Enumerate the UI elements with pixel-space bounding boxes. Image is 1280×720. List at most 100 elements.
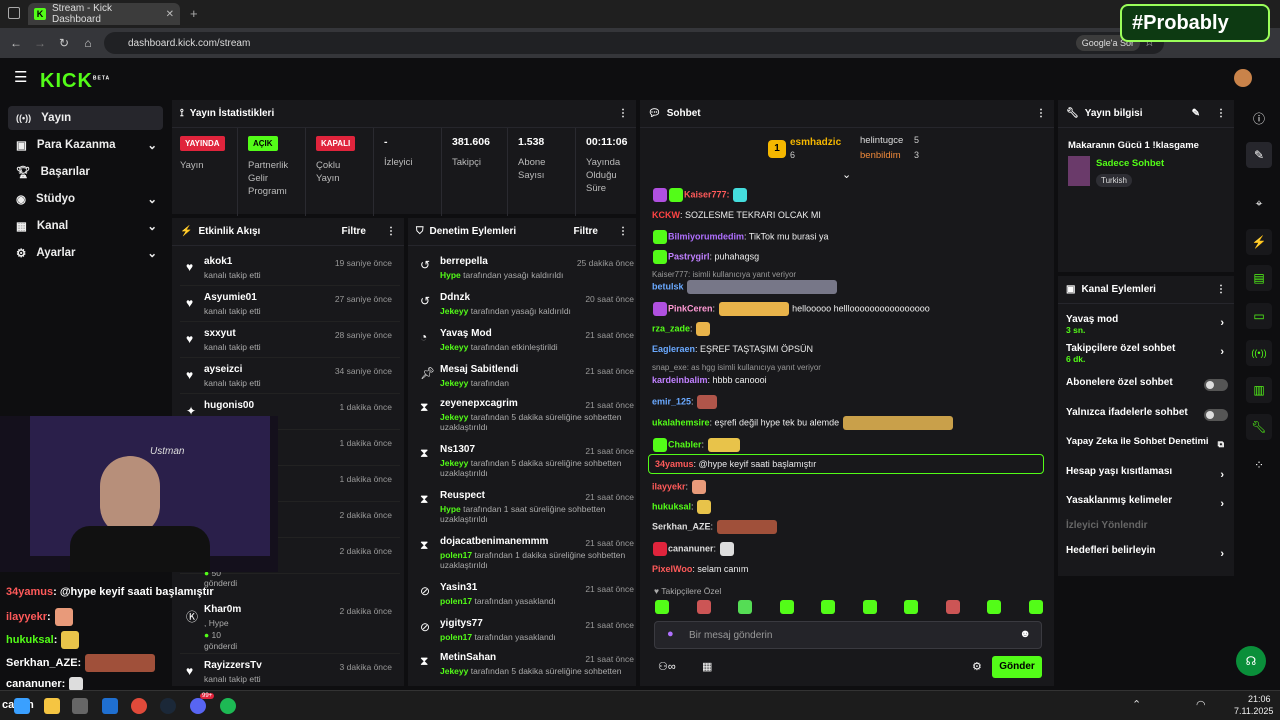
banned-words-setting[interactable]: Yasaklanmış kelimeler › [1066,495,1234,515]
chat-icon[interactable]: ▭ [1246,303,1272,329]
outlook-icon[interactable] [102,698,118,714]
chat-user[interactable]: betulsk [652,281,684,291]
windows-start-icon[interactable] [14,698,30,714]
chat-user[interactable]: Serkhan_AZE [652,521,711,531]
more-menu-icon[interactable]: ⋮ [618,226,628,237]
pinned-toggle-icon[interactable]: ⌄ [842,168,851,181]
sidebar-item-para-kazanma[interactable]: ▣ Para Kazanma ⌄ [8,133,163,157]
second-gifter-name[interactable]: helintugce [860,135,903,146]
chat-user[interactable]: rza_zade [652,323,690,333]
more-apps-icon[interactable]: ⁘ [1246,452,1272,478]
tray-up-icon[interactable]: ⌃ [1132,698,1141,711]
discord-icon[interactable] [190,698,206,714]
sidebar-item-ayarlar[interactable]: ⚙ Ayarlar ⌄ [8,241,163,265]
sidebar-item-basarilar[interactable]: 🏆︎ Başarılar [8,160,163,184]
chat-user[interactable]: emir_125 [652,396,691,406]
moderator-name[interactable]: Jekeyy [440,458,468,468]
mod-target[interactable]: Yavaş Mod [440,328,492,339]
account-age-setting[interactable]: Hesap yaşı kısıtlaması › [1066,466,1234,486]
edit-icon[interactable]: ✎ [1192,108,1200,119]
more-menu-icon[interactable]: ⋮ [618,108,628,119]
mod-target[interactable]: Yasin31 [440,582,477,593]
moderator-name[interactable]: Jekeyy [440,412,468,422]
mod-target[interactable]: berrepella [440,256,488,267]
kick-logo[interactable]: KICKBETA [40,70,110,93]
chat-user[interactable]: ukalahemsire [652,417,710,427]
language-tag[interactable]: Turkish [1096,174,1132,187]
bolt-icon[interactable]: ⚡ [1246,229,1272,255]
activity-user[interactable]: ayseizci [204,364,242,375]
emote-icon[interactable] [987,600,1002,614]
sidebar-item-yayin[interactable]: ((•)) Yayın [8,106,163,130]
chat-input[interactable]: ● Bir mesaj gönderin ☻ [654,621,1042,649]
close-tab-icon[interactable]: ✕ [166,9,174,20]
chat-user[interactable]: PinkCeren [668,303,713,313]
filter-button[interactable]: Filtre [342,226,366,237]
moderator-name[interactable]: polen17 [440,550,472,560]
followers-only-setting[interactable]: Takipçilere özel sohbet 6 dk. › [1066,343,1234,364]
emote-icon[interactable] [738,600,753,614]
moderator-name[interactable]: Jekeyy [440,306,468,316]
more-menu-icon[interactable]: ⋮ [1216,108,1226,119]
moderator-name[interactable]: polen17 [440,596,472,606]
send-button[interactable]: Gönder [992,656,1042,678]
mic-icon[interactable]: ● [667,628,674,640]
new-tab-icon[interactable]: + [190,6,198,21]
moderator-name[interactable]: Jekeyy [440,378,468,388]
goals-setting[interactable]: Hedefleri belirleyin › [1066,545,1234,565]
emote-icon[interactable] [779,600,794,614]
mod-target[interactable]: Ns1307 [440,444,475,455]
reload-icon[interactable]: ↻ [52,36,76,50]
moderator-name[interactable]: Jekeyy [440,342,468,352]
emote-icon[interactable] [904,600,919,614]
list-icon[interactable]: ▤ [1246,265,1272,291]
layout-icon[interactable]: ▥ [1246,377,1272,403]
file-explorer-icon[interactable] [44,698,60,714]
emote-only-setting[interactable]: Yalnızca ifadelerle sohbet [1066,407,1234,427]
activity-user[interactable]: Khar0m [204,604,241,615]
chat-user[interactable]: PixelWoo [652,564,692,574]
steam-icon[interactable] [160,698,176,714]
chat-user[interactable]: ilayyekr [652,481,686,491]
broadcast-icon[interactable]: ((•)) [1246,340,1272,366]
chat-settings-icon[interactable]: ⚙ [972,660,982,673]
support-icon[interactable]: ☊ [1236,646,1266,676]
store-icon[interactable] [72,698,88,714]
chat-user[interactable]: KCKW [652,210,680,220]
third-gifter-name[interactable]: benbildim [860,150,901,161]
browser-tab[interactable]: K Stream - Kick Dashboard ✕ [28,3,180,25]
emote-quickbar[interactable] [654,600,1044,616]
emote-icon[interactable] [696,600,711,614]
store-icon[interactable]: ▦ [702,660,712,673]
chat-user[interactable]: Eagleraen [652,344,695,354]
top-gifter-name[interactable]: esmhadzic [790,137,841,148]
clock-time[interactable]: 21:06 [1248,694,1271,704]
filter-button[interactable]: Filtre [574,226,598,237]
tab-search-icon[interactable] [8,7,20,19]
emote-icon[interactable] [655,600,669,614]
kicks-icon[interactable]: ⚇∞ [658,660,676,673]
wrench-icon[interactable]: 🔧︎ [1246,414,1272,440]
emoji-icon[interactable]: ☻ [1019,628,1031,640]
subscribers-only-toggle[interactable] [1204,379,1228,391]
emote-only-toggle[interactable] [1204,409,1228,421]
category-name[interactable]: Sadece Sohbet [1096,158,1164,169]
back-icon[interactable]: ← [4,36,28,50]
sidebar-item-kanal[interactable]: ▦ Kanal ⌄ [8,214,163,238]
profile-avatar[interactable] [1234,69,1252,87]
mod-target[interactable]: yigitys77 [440,618,483,629]
moderator-name[interactable]: Hype [440,270,461,280]
mod-target[interactable]: Reuspect [440,490,485,501]
mod-target[interactable]: dojacatbenimanemmm [440,536,548,547]
emote-icon[interactable] [821,600,836,614]
chat-user[interactable]: Kaiser777: [684,189,730,199]
moderator-name[interactable]: Hype [440,504,461,514]
activity-user[interactable]: hugonis00 [204,400,254,411]
activity-user[interactable]: Asyumie01 [204,292,257,303]
chat-user[interactable]: Pastrygirl [668,251,710,261]
edit-icon[interactable]: ✎ [1246,142,1272,168]
mod-target[interactable]: zeyenepxcagrim [440,398,518,409]
activity-user[interactable]: RayizzersTv [204,660,262,671]
home-icon[interactable]: ⌂ [76,36,100,50]
ai-moderation-setting[interactable]: Yapay Zeka ile Sohbet Denetimi ⧉ [1066,436,1234,456]
